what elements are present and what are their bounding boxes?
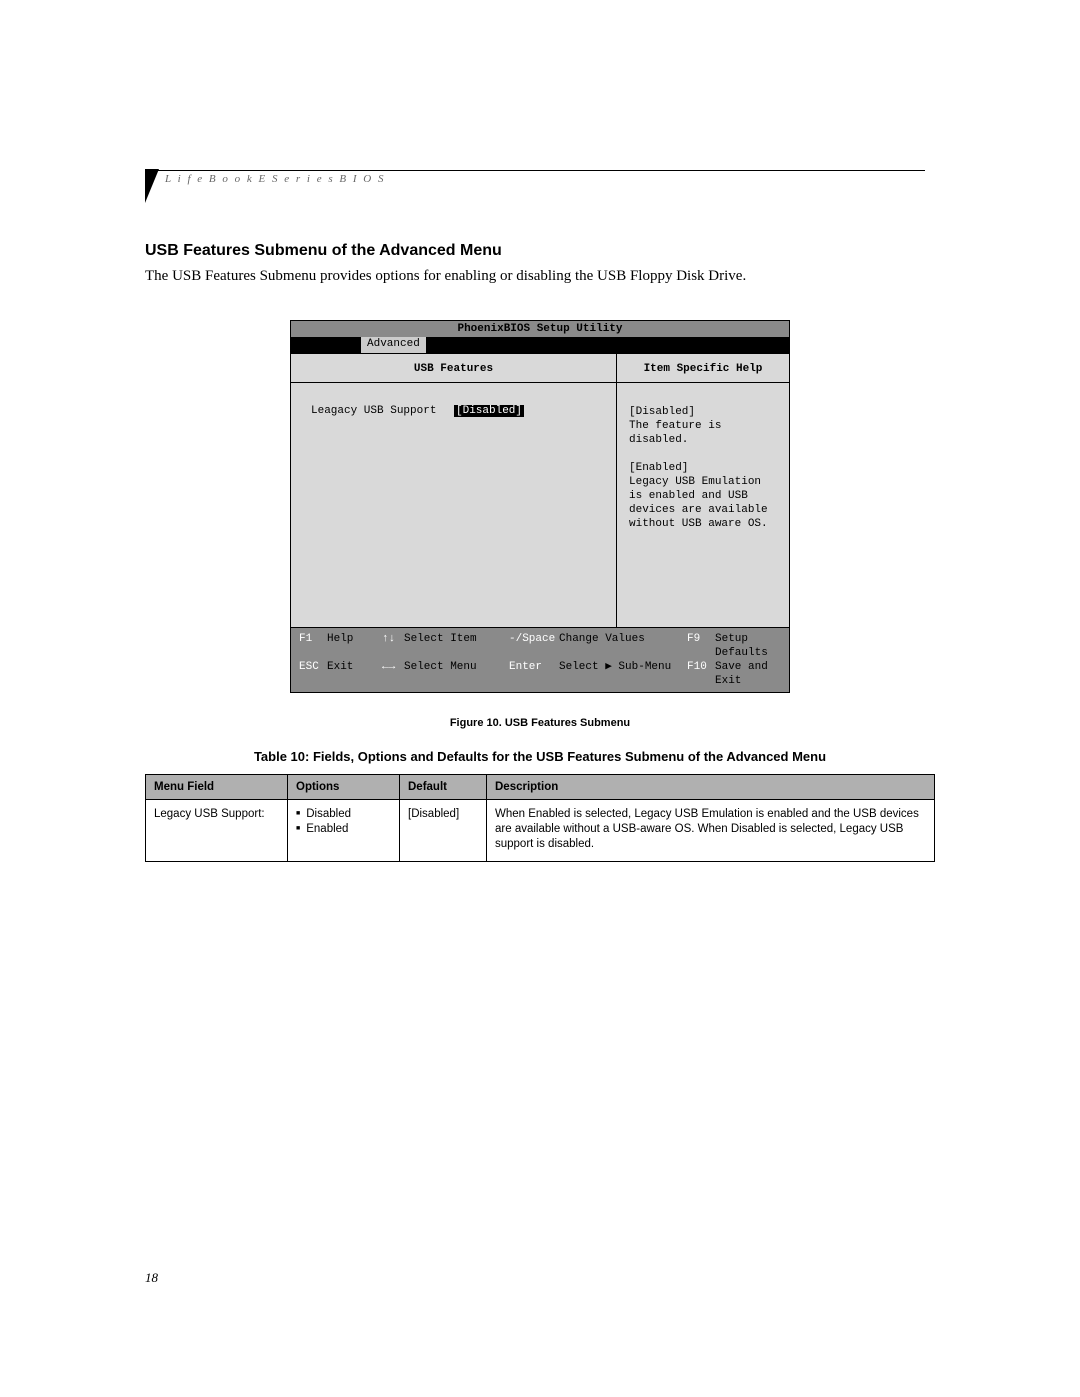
running-head: L i f e B o o k E S e r i e s B I O S <box>165 173 935 185</box>
footer-action-setup-defaults: Setup Defaults <box>715 632 781 660</box>
bios-body: USB Features Leagacy USB Support [Disabl… <box>291 353 789 627</box>
header-accent-triangle <box>145 169 159 203</box>
footer-key-f9: F9 <box>687 632 715 660</box>
table-header-row: Menu Field Options Default Description <box>146 775 935 800</box>
table-row: Legacy USB Support: Disabled Enabled [Di… <box>146 800 935 862</box>
option-item: Enabled <box>310 822 391 837</box>
footer-key-enter: Enter <box>509 660 559 688</box>
footer-key-f1: F1 <box>299 632 327 660</box>
bios-left-content: Leagacy USB Support [Disabled] <box>291 383 616 627</box>
options-table: Menu Field Options Default Description L… <box>145 774 935 862</box>
footer-key-esc: ESC <box>299 660 327 688</box>
section-title: USB Features Submenu of the Advanced Men… <box>145 242 935 260</box>
footer-action-select-menu: Select Menu <box>404 660 509 688</box>
bios-setting-label: Leagacy USB Support <box>311 405 454 417</box>
bios-titlebar: PhoenixBIOS Setup Utility <box>291 321 789 337</box>
footer-action-change-values: Change Values <box>559 632 687 660</box>
bios-menubar: Advanced <box>291 337 789 353</box>
bios-left-title: USB Features <box>291 354 616 383</box>
footer-key-space: -/Space <box>509 632 559 660</box>
bios-footer-row-2: ESC Exit ←→ Select Menu Enter Select ▶ S… <box>299 660 781 688</box>
footer-key-f10: F10 <box>687 660 715 688</box>
bios-help-content: [Disabled] The feature is disabled. [Ena… <box>617 383 789 627</box>
bios-tab-advanced: Advanced <box>361 337 426 353</box>
footer-action-submenu: Select ▶ Sub-Menu <box>559 660 687 688</box>
help-enabled-title: [Enabled] <box>629 462 688 474</box>
figure-caption: Figure 10. USB Features Submenu <box>145 717 935 729</box>
cell-menu-field: Legacy USB Support: <box>146 800 288 862</box>
footer-action-exit: Exit <box>327 660 382 688</box>
table-caption: Table 10: Fields, Options and Defaults f… <box>145 749 935 764</box>
th-description: Description <box>487 775 935 800</box>
page-number: 18 <box>145 1270 158 1286</box>
page-header: L i f e B o o k E S e r i e s B I O S <box>145 170 935 202</box>
th-menu-field: Menu Field <box>146 775 288 800</box>
bios-help-panel: Item Specific Help [Disabled] The featur… <box>617 354 789 627</box>
bios-help-title: Item Specific Help <box>617 354 789 383</box>
help-disabled-title: [Disabled] <box>629 406 695 418</box>
cell-description: When Enabled is selected, Legacy USB Emu… <box>487 800 935 862</box>
bios-footer: F1 Help ↑↓ Select Item -/Space Change Va… <box>291 627 789 692</box>
bios-left-panel: USB Features Leagacy USB Support [Disabl… <box>291 354 617 627</box>
bios-screenshot: PhoenixBIOS Setup Utility Advanced USB F… <box>290 320 790 693</box>
bios-setting-row: Leagacy USB Support [Disabled] <box>311 405 616 417</box>
footer-key-updown: ↑↓ <box>382 632 404 660</box>
help-disabled-body: The feature is disabled. <box>629 420 721 446</box>
footer-key-leftright: ←→ <box>382 660 404 688</box>
th-default: Default <box>400 775 487 800</box>
th-options: Options <box>288 775 400 800</box>
footer-action-select-item: Select Item <box>404 632 509 660</box>
cell-options: Disabled Enabled <box>288 800 400 862</box>
footer-action-help: Help <box>327 632 382 660</box>
cell-default: [Disabled] <box>400 800 487 862</box>
bios-setting-value: [Disabled] <box>454 405 524 417</box>
header-rule <box>155 170 925 171</box>
document-page: L i f e B o o k E S e r i e s B I O S US… <box>0 0 1080 862</box>
option-item: Disabled <box>310 807 391 822</box>
help-enabled-body: Legacy USB Emulation is enabled and USB … <box>629 476 768 530</box>
footer-action-save-exit: Save and Exit <box>715 660 781 688</box>
bios-footer-row-1: F1 Help ↑↓ Select Item -/Space Change Va… <box>299 632 781 660</box>
section-intro: The USB Features Submenu provides option… <box>145 266 935 286</box>
